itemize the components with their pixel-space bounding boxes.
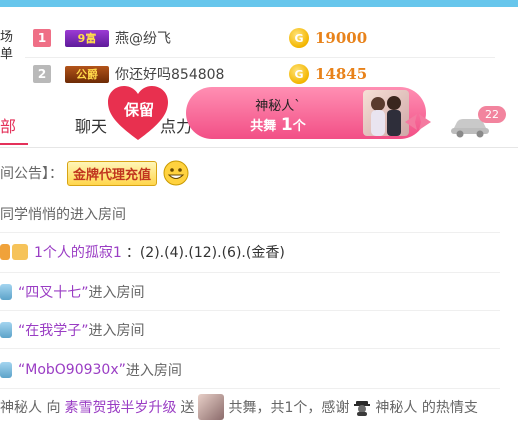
car-count-badge: 22 [478,106,506,123]
chat-feed: 间公告】： 金牌代理充值 同学悄悄的进入房间 1个人的孤寂1 ：(2).(4).… [0,148,518,430]
leaderboard-row[interactable]: 1 9富 燕@纷飞 G 19000 [33,27,367,49]
chat-text: 共舞，共1个，感谢 [228,400,350,416]
noble-title-badge: 公爵 [65,65,109,83]
gift-couple-icon [198,394,225,420]
chat-text: 送 [180,400,195,416]
tab-all[interactable]: 部 [0,113,16,137]
gold-agent-recharge-button[interactable]: 金牌代理充值 [67,160,158,186]
phone-icon [0,284,12,300]
chat-text: 进入房间 [88,323,145,339]
top-accent-bar [0,0,518,7]
leaderboard-username[interactable]: 你还好吗854808 [115,64,285,84]
chat-message: “四叉十七” 进入房间 [0,282,500,302]
chat-text: 神秘人 的热情支 [375,400,478,416]
chat-message: “在我学子” 进入房间 [0,320,500,340]
chat-username[interactable]: “MobO90930x” [18,362,126,378]
banner-count: 共舞 1个 [250,115,306,135]
message-divider [0,348,500,349]
vip-icon [0,244,10,260]
leaderboard-username[interactable]: 燕@纷飞 [115,28,285,48]
chat-message: 同学悄悄的进入房间 [0,207,126,223]
message-divider [0,388,500,389]
phone-icon [0,362,12,378]
gift-message: 神秘人 向 素雪贺我半岁升级 送 共舞，共1个，感谢 神秘人 的热情支 [0,394,500,420]
coin-icon: G [289,28,309,48]
leaderboard-score: 19000 [315,29,368,47]
message-divider [0,310,500,311]
couple-avatar [363,90,409,136]
chat-username[interactable]: “四叉十七” [18,282,89,302]
chat-username[interactable]: 1个人的孤寂1 [34,242,122,262]
leaderboard-row[interactable]: 2 公爵 你还好吗854808 G 14845 [33,63,367,85]
banner-username: 神秘人` [255,99,301,114]
chat-username[interactable]: “在我学子” [18,320,89,340]
message-divider [0,272,500,273]
wealth-level-badge: 9富 [65,29,109,47]
chat-message: 1个人的孤寂1 ：(2).(4).(12).(6).(金香) [0,242,500,262]
ribbon-icon [405,114,431,130]
spy-icon [354,401,371,416]
announcement-label: 间公告】： [0,166,63,182]
smiley-icon [163,160,189,186]
chat-username[interactable]: 素雪贺我半岁升级 [64,397,176,417]
active-tab-underline [0,143,28,145]
chat-text: ：(2).(4).(12).(6).(金香) [125,245,285,261]
row-divider [25,57,495,58]
gift-leaderboard: 场 单 1 9富 燕@纷飞 G 19000 2 公爵 你还好吗854808 G … [0,7,518,93]
chat-text: 进入房间 [125,363,182,379]
keep-label[interactable]: 保留 [121,99,157,120]
rank-badge: 1 [33,29,51,47]
chat-message: “MobO90930x” 进入房间 [0,360,500,380]
chat-text: 神秘人 向 [0,400,61,416]
leaderboard-score: 14845 [315,65,368,83]
rank-badge: 2 [33,65,51,83]
coin-icon: G [289,64,309,84]
message-divider [0,232,500,233]
announcement-row: 间公告】： 金牌代理充值 [0,160,500,186]
tab-chat[interactable]: 聊天 [75,113,107,137]
phone-icon [0,322,12,338]
chat-text: 进入房间 [88,285,145,301]
user-icon [12,244,28,260]
leaderboard-side-label: 场 单 [0,30,14,62]
